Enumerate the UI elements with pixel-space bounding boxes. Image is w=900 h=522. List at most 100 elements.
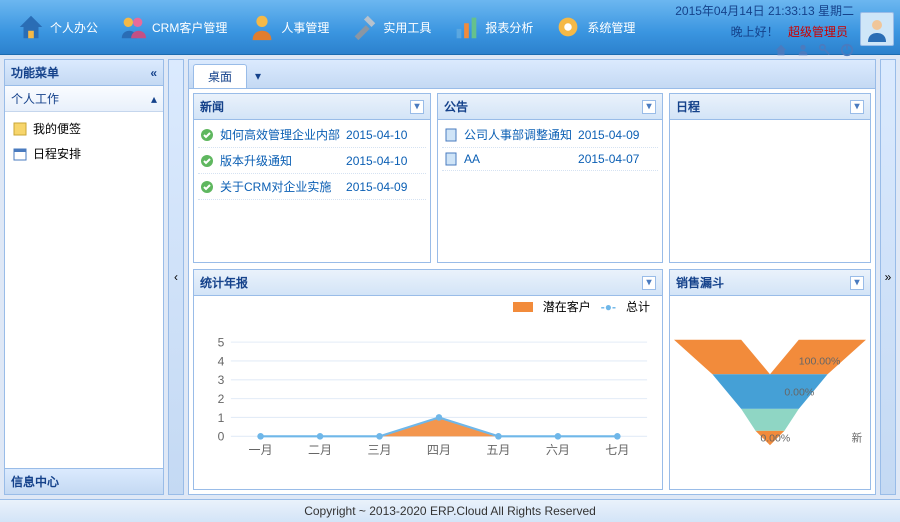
panel-title: 销售漏斗 xyxy=(676,274,724,291)
panel-news: 新闻 ▾ 如何高效管理企业内部 2015-04-10 版本升级通知 2015-04-10… xyxy=(193,93,431,263)
nav-personal[interactable]: 个人办公 xyxy=(6,8,108,46)
svg-text:100.00%: 100.00% xyxy=(799,356,841,368)
list-item[interactable]: 公司人事部调整通知 2015-04-09 xyxy=(442,122,658,148)
person-icon xyxy=(247,12,277,42)
nav-system[interactable]: 系统管理 xyxy=(543,8,645,46)
list-item[interactable]: AA 2015-04-07 xyxy=(442,148,658,171)
nav-hr[interactable]: 人事管理 xyxy=(237,8,339,46)
chart-legend: 潜在客户 -●-总计 xyxy=(511,296,652,317)
key-small-icon[interactable] xyxy=(818,43,832,57)
panel-notice: 公告 ▾ 公司人事部调整通知 2015-04-09 AA 2015-04-07 xyxy=(437,93,663,263)
tab-menu[interactable]: ▾ xyxy=(249,67,267,85)
list-item[interactable]: 关于CRM对企业实施 2015-04-09 xyxy=(198,174,426,200)
nav-reports[interactable]: 报表分析 xyxy=(441,8,543,46)
svg-text:1: 1 xyxy=(218,411,225,425)
tab-desktop[interactable]: 桌面 xyxy=(193,64,247,88)
legend-swatch xyxy=(513,302,533,312)
datetime: 2015年04月14日 21:33:13 星期二 xyxy=(675,2,854,19)
svg-text:一月: 一月 xyxy=(249,443,273,457)
item-date: 2015-04-10 xyxy=(346,128,424,142)
item-date: 2015-04-07 xyxy=(578,152,656,166)
svg-text:六月: 六月 xyxy=(546,443,570,457)
panel-menu-icon[interactable]: ▾ xyxy=(642,100,656,114)
main-area: 桌面 ▾ 新闻 ▾ 如何高效管理企业内部 2015-04-10 版本升级通知 2015-… xyxy=(188,59,876,495)
sidebar-title: 功能菜单 « xyxy=(5,60,163,86)
note-icon xyxy=(13,122,27,136)
nav-label: 报表分析 xyxy=(485,19,533,36)
greeting: 晚上好！ xyxy=(731,25,779,39)
svg-text:五月: 五月 xyxy=(486,443,510,457)
svg-text:4: 4 xyxy=(218,354,225,368)
doc-icon xyxy=(444,128,458,142)
panel-funnel: 销售漏斗 ▾ 100.00% 0.00% 0.00% 新 xyxy=(669,269,871,490)
tools-icon xyxy=(349,12,379,42)
stats-chart: 0 1 2 3 4 5 一月 二月 三月 四月 五月 六月 七月 xyxy=(198,298,658,487)
sidebar-bottom[interactable]: 信息中心 xyxy=(5,468,163,494)
nav-label: 个人办公 xyxy=(50,19,98,36)
collapse-sidebar[interactable]: ‹ xyxy=(168,59,184,495)
avatar[interactable] xyxy=(860,12,894,46)
svg-text:3: 3 xyxy=(218,373,225,387)
panel-menu-icon[interactable]: ▾ xyxy=(642,276,656,290)
svg-text:三月: 三月 xyxy=(367,443,391,457)
sidebar-item-notes[interactable]: 我的便签 xyxy=(5,116,163,141)
user-small-icon[interactable] xyxy=(796,43,810,57)
sidebar-item-schedule[interactable]: 日程安排 xyxy=(5,141,163,166)
item-date: 2015-04-10 xyxy=(346,154,424,168)
item-link[interactable]: 版本升级通知 xyxy=(220,152,340,169)
panel-menu-icon[interactable]: ▾ xyxy=(850,276,864,290)
nav-label: 系统管理 xyxy=(587,19,635,36)
panel-title: 新闻 xyxy=(200,98,224,115)
nav-label: CRM客户管理 xyxy=(152,19,227,36)
username[interactable]: 超级管理员 xyxy=(788,25,848,39)
chart-icon xyxy=(451,12,481,42)
nav-tools[interactable]: 实用工具 xyxy=(339,8,441,46)
check-icon xyxy=(200,180,214,194)
power-small-icon[interactable] xyxy=(840,43,854,57)
item-date: 2015-04-09 xyxy=(346,180,424,194)
panel-title: 公告 xyxy=(444,98,468,115)
svg-text:二月: 二月 xyxy=(308,443,332,457)
item-date: 2015-04-09 xyxy=(578,128,656,142)
avatar-icon xyxy=(864,16,890,42)
top-nav: 个人办公 CRM客户管理 人事管理 实用工具 报表分析 系统管理 2015年04… xyxy=(0,0,900,55)
svg-text:0.00%: 0.00% xyxy=(784,386,814,398)
item-link[interactable]: 如何高效管理企业内部 xyxy=(220,126,340,143)
header-right: 2015年04月14日 21:33:13 星期二 晚上好！ 超级管理员 xyxy=(675,2,854,57)
funnel-chart: 100.00% 0.00% 0.00% 新 xyxy=(674,298,866,487)
panel-title: 日程 xyxy=(676,98,700,115)
svg-text:新: 新 xyxy=(852,431,863,444)
sidebar: 功能菜单 « 个人工作 ▴ 我的便签 日程安排 信息中心 xyxy=(4,59,164,495)
nav-crm[interactable]: CRM客户管理 xyxy=(108,8,237,46)
doc-icon xyxy=(444,152,458,166)
list-item[interactable]: 版本升级通知 2015-04-10 xyxy=(198,148,426,174)
sidebar-item-label: 日程安排 xyxy=(33,145,81,162)
item-link[interactable]: AA xyxy=(464,152,572,166)
svg-text:0.00%: 0.00% xyxy=(760,432,790,444)
panel-menu-icon[interactable]: ▾ xyxy=(850,100,864,114)
nav-label: 人事管理 xyxy=(281,19,329,36)
collapse-right[interactable]: » xyxy=(880,59,896,495)
home-icon xyxy=(16,12,46,42)
check-icon xyxy=(200,128,214,142)
home-small-icon[interactable] xyxy=(774,43,788,57)
svg-text:四月: 四月 xyxy=(427,443,451,457)
item-link[interactable]: 公司人事部调整通知 xyxy=(464,126,572,143)
workspace: 功能菜单 « 个人工作 ▴ 我的便签 日程安排 信息中心 ‹ 桌面 ▾ 新闻 ▾ xyxy=(0,55,900,499)
svg-text:七月: 七月 xyxy=(605,443,629,457)
item-link[interactable]: 关于CRM对企业实施 xyxy=(220,178,340,195)
svg-text:0: 0 xyxy=(218,430,225,444)
calendar-icon xyxy=(13,147,27,161)
check-icon xyxy=(200,154,214,168)
svg-text:2: 2 xyxy=(218,392,225,406)
panel-schedule: 日程 ▾ xyxy=(669,93,871,263)
panel-menu-icon[interactable]: ▾ xyxy=(410,100,424,114)
collapse-left-icon[interactable]: « xyxy=(150,66,157,80)
sidebar-section-personal[interactable]: 个人工作 ▴ xyxy=(5,86,163,112)
footer: Copyright ~ 2013-2020 ERP.Cloud All Righ… xyxy=(0,499,900,522)
sidebar-item-label: 我的便签 xyxy=(33,120,81,137)
svg-text:5: 5 xyxy=(218,335,225,349)
panel-title: 统计年报 xyxy=(200,274,248,291)
list-item[interactable]: 如何高效管理企业内部 2015-04-10 xyxy=(198,122,426,148)
tab-bar: 桌面 ▾ xyxy=(188,59,876,88)
